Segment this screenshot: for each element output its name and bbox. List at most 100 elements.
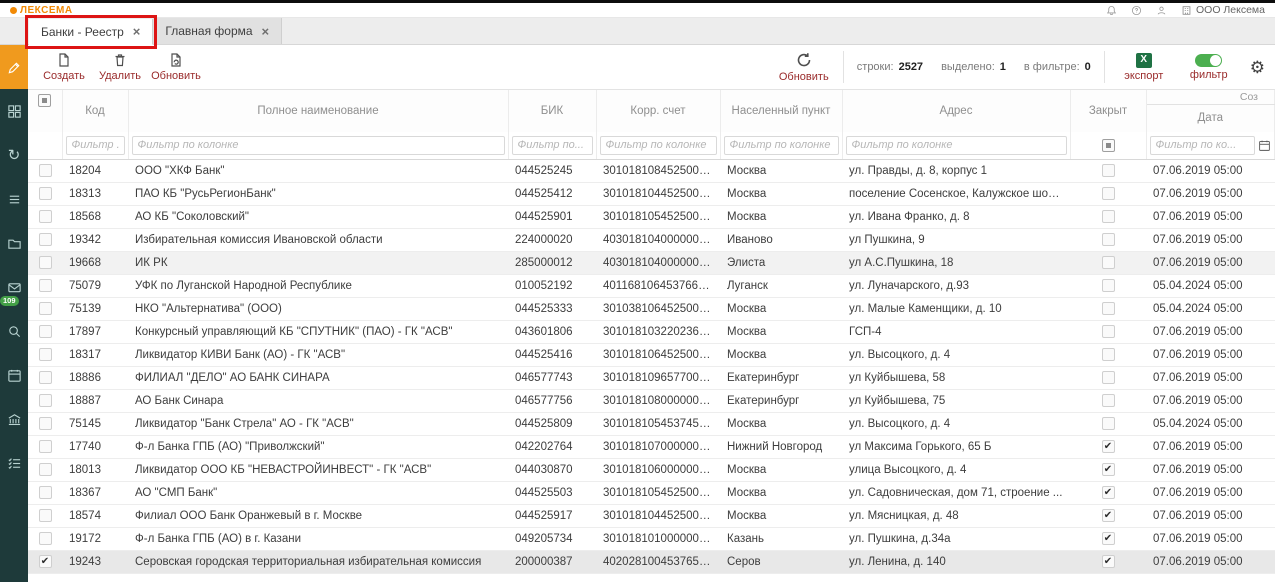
row-checkbox[interactable] — [39, 532, 52, 545]
column-header-bik[interactable]: БИК — [508, 90, 596, 132]
closed-checkbox[interactable] — [1102, 210, 1115, 223]
filter-closed-checkbox[interactable] — [1102, 139, 1115, 152]
column-header-code[interactable]: Код — [62, 90, 128, 132]
table-row[interactable]: 18013Ликвидатор ООО КБ "НЕВАСТРОЙИНВЕСТ"… — [28, 458, 1275, 481]
filter-name-input[interactable] — [132, 136, 505, 155]
row-checkbox[interactable] — [39, 210, 52, 223]
column-header-address[interactable]: Адрес — [842, 90, 1070, 132]
row-checkbox[interactable] — [39, 325, 52, 338]
closed-checkbox[interactable] — [1102, 233, 1115, 246]
closed-checkbox[interactable] — [1102, 302, 1115, 315]
filter-toggle[interactable]: фильтр — [1183, 54, 1235, 81]
cell-address: ул Максима Горького, 65 Б — [842, 435, 1070, 458]
table-row[interactable]: 75145Ликвидатор "Банк Стрела" АО - ГК "А… — [28, 412, 1275, 435]
sidebar-item-mail[interactable]: 109 — [0, 265, 28, 309]
closed-checkbox[interactable] — [1102, 348, 1115, 361]
row-checkbox[interactable] — [39, 509, 52, 522]
filter-city-input[interactable] — [724, 136, 839, 155]
notifications-bell-icon[interactable] — [1106, 5, 1117, 16]
closed-checkbox[interactable] — [1102, 187, 1115, 200]
row-checkbox[interactable] — [39, 394, 52, 407]
closed-checkbox[interactable]: ✔ — [1102, 532, 1115, 545]
row-checkbox[interactable] — [39, 279, 52, 292]
row-checkbox[interactable] — [39, 256, 52, 269]
row-checkbox[interactable] — [39, 440, 52, 453]
date-picker-calendar-icon[interactable] — [1258, 139, 1271, 152]
table-row[interactable]: 18887АО Банк Синара046577756301018108000… — [28, 389, 1275, 412]
app-logo[interactable]: ЛЕКСЕМА — [10, 5, 73, 16]
help-icon[interactable] — [1131, 5, 1142, 16]
row-checkbox[interactable] — [39, 164, 52, 177]
table-row[interactable]: 75079УФК по Луганской Народной Республик… — [28, 274, 1275, 297]
filter-account-input[interactable] — [600, 136, 717, 155]
user-icon[interactable] — [1156, 5, 1167, 16]
close-tab-icon[interactable]: × — [262, 25, 270, 38]
create-button[interactable]: Создать — [38, 52, 90, 82]
table-row[interactable]: ✔19243Серовская городская территориальна… — [28, 550, 1275, 573]
filter-date-input[interactable] — [1150, 136, 1256, 155]
tab-glavnaya-forma[interactable]: Главная форма × — [153, 18, 282, 44]
closed-checkbox[interactable]: ✔ — [1102, 555, 1115, 568]
closed-checkbox[interactable] — [1102, 325, 1115, 338]
column-header-account[interactable]: Корр. счет — [596, 90, 720, 132]
company-name[interactable]: ООО Лексема — [1181, 4, 1265, 16]
column-header-name[interactable]: Полное наименование — [128, 90, 508, 132]
row-checkbox[interactable] — [39, 417, 52, 430]
table-row[interactable]: 18568АО КБ "Соколовский"0445259013010181… — [28, 205, 1275, 228]
closed-checkbox[interactable] — [1102, 164, 1115, 177]
sidebar-item-sync[interactable]: ↻ — [0, 133, 28, 177]
closed-checkbox[interactable] — [1102, 256, 1115, 269]
table-row[interactable]: 18317Ликвидатор КИВИ Банк (АО) - ГК "АСВ… — [28, 343, 1275, 366]
tab-banki-reestr[interactable]: Банки - Реестр × — [29, 19, 153, 45]
export-button[interactable]: X экспорт — [1118, 53, 1170, 82]
closed-checkbox[interactable]: ✔ — [1102, 509, 1115, 522]
table-row[interactable]: 19172Ф-л Банка ГПБ (АО) в г. Казани04920… — [28, 527, 1275, 550]
table-row[interactable]: 19342Избирательная комиссия Ивановской о… — [28, 228, 1275, 251]
table-row[interactable]: 18574Филиал ООО Банк Оранжевый в г. Моск… — [28, 504, 1275, 527]
delete-button[interactable]: Удалить — [94, 52, 146, 82]
column-header-closed[interactable]: Закрыт — [1070, 90, 1146, 132]
closed-checkbox[interactable]: ✔ — [1102, 463, 1115, 476]
table-row[interactable]: 18367АО "СМП Банк"0445255033010181054525… — [28, 481, 1275, 504]
row-checkbox[interactable] — [39, 486, 52, 499]
row-checkbox[interactable] — [39, 371, 52, 384]
close-tab-icon[interactable]: × — [133, 25, 141, 38]
refresh-form-button[interactable]: Обновить — [150, 52, 202, 82]
row-checkbox[interactable] — [39, 187, 52, 200]
table-row[interactable]: 17897Конкурсный управляющий КБ "СПУТНИК"… — [28, 320, 1275, 343]
table-row[interactable]: 18204ООО "ХКФ Банк"044525245301018108452… — [28, 159, 1275, 182]
sidebar-item-edit[interactable] — [0, 45, 28, 89]
column-header-city[interactable]: Населенный пункт — [720, 90, 842, 132]
refresh-grid-button[interactable]: Обновить — [778, 51, 830, 83]
closed-checkbox[interactable] — [1102, 394, 1115, 407]
cell-date: 07.06.2019 05:00 — [1146, 504, 1275, 527]
closed-checkbox[interactable] — [1102, 279, 1115, 292]
table-row[interactable]: 75139НКО "Альтернатива" (ООО)04452533330… — [28, 297, 1275, 320]
sidebar-item-calendar[interactable] — [0, 353, 28, 397]
table-row[interactable]: 18886ФИЛИАЛ "ДЕЛО" АО БАНК СИНАРА0465777… — [28, 366, 1275, 389]
sidebar-item-tasks[interactable] — [0, 441, 28, 485]
sidebar-item-modules[interactable] — [0, 89, 28, 133]
column-header-date[interactable]: Дата — [1146, 104, 1275, 132]
table-row[interactable]: 18313ПАО КБ "РусьРегионБанк"044525412301… — [28, 182, 1275, 205]
closed-checkbox[interactable]: ✔ — [1102, 440, 1115, 453]
closed-checkbox[interactable]: ✔ — [1102, 486, 1115, 499]
row-checkbox[interactable]: ✔ — [39, 555, 52, 568]
sidebar-item-menu[interactable] — [0, 177, 28, 221]
closed-checkbox[interactable] — [1102, 417, 1115, 430]
row-checkbox[interactable] — [39, 302, 52, 315]
table-row[interactable]: 17740Ф-л Банка ГПБ (АО) "Приволжский"042… — [28, 435, 1275, 458]
filter-code-input[interactable] — [66, 136, 125, 155]
settings-gear-icon[interactable]: ⚙ — [1250, 59, 1265, 76]
table-row[interactable]: 19668ИК РК2850000124030181040000000...Эл… — [28, 251, 1275, 274]
select-all-checkbox[interactable] — [38, 94, 51, 107]
row-checkbox[interactable] — [39, 463, 52, 476]
sidebar-item-search[interactable] — [0, 309, 28, 353]
closed-checkbox[interactable] — [1102, 371, 1115, 384]
filter-address-input[interactable] — [846, 136, 1067, 155]
sidebar-item-folders[interactable] — [0, 221, 28, 265]
sidebar-item-bank[interactable] — [0, 397, 28, 441]
filter-bik-input[interactable] — [512, 136, 593, 155]
row-checkbox[interactable] — [39, 233, 52, 246]
row-checkbox[interactable] — [39, 348, 52, 361]
